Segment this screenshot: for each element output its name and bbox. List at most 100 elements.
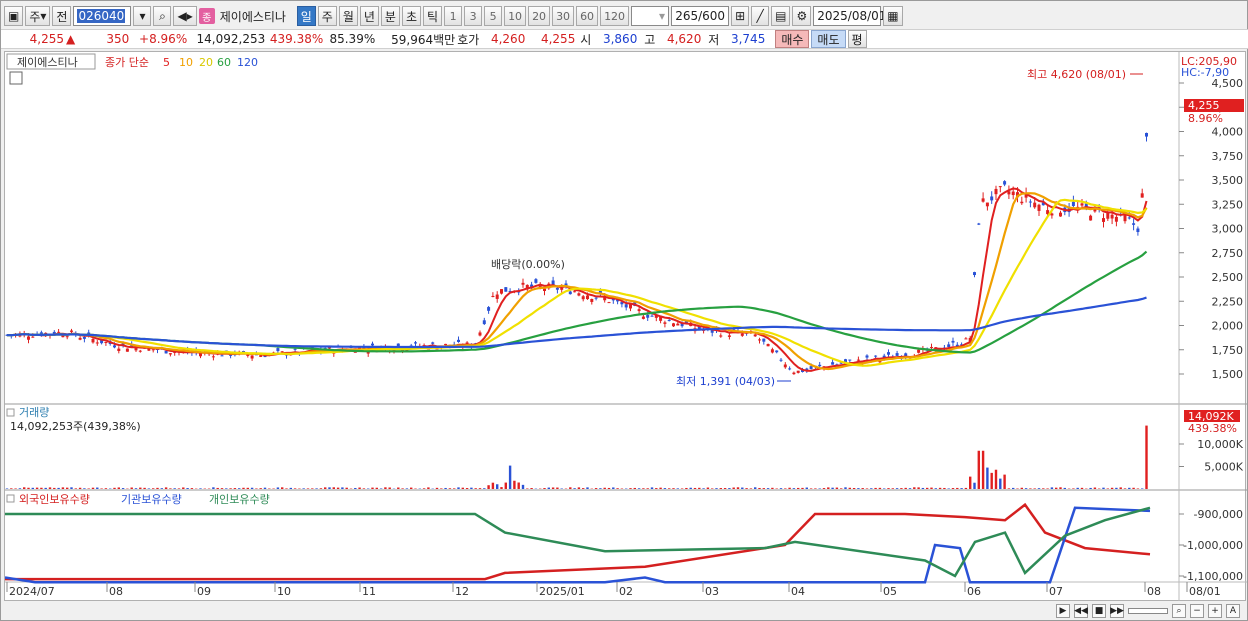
volume-bar [642, 488, 645, 489]
candle-body [1003, 181, 1007, 185]
volume-bar [121, 488, 125, 489]
minute-1[interactable]: 1 [444, 6, 463, 26]
buy-button[interactable]: 매수 [775, 30, 810, 48]
candle-body [753, 334, 757, 337]
window-icon[interactable]: ▣ [4, 6, 24, 26]
zoom-icon[interactable]: ⌕ [1172, 603, 1186, 618]
period-tick[interactable]: 틱 [423, 6, 443, 26]
candle-body [676, 323, 680, 326]
chart-svg[interactable]: 제이에스티나 종가 단순 5 10 20 60 120 LC:205,90 HC… [4, 52, 1247, 602]
volume-bar [586, 487, 589, 489]
volume-bar [410, 487, 413, 489]
search-icon[interactable]: ⌕ [153, 6, 172, 26]
code-dropdown[interactable]: ▾ [133, 6, 152, 26]
market-select[interactable]: 주 ▾ [25, 6, 51, 26]
candle-type-icon[interactable]: ⊞ [731, 6, 750, 26]
volume-bar [633, 487, 636, 489]
pane-menu-icon[interactable] [6, 494, 15, 503]
volume-bar [182, 487, 185, 489]
volume-bar [758, 487, 761, 489]
pane-menu-icon[interactable] [6, 408, 15, 417]
period-day[interactable]: 일 [296, 6, 316, 26]
volume-bar [943, 487, 946, 489]
volume-bar [117, 487, 120, 489]
save-icon[interactable]: ▤ [771, 6, 791, 26]
gear-icon[interactable]: ⚙ [792, 6, 812, 26]
prev-select[interactable]: 전 [52, 6, 72, 26]
sell-button[interactable]: 매도 [811, 30, 846, 48]
bid-price: 4,260 [490, 32, 526, 46]
period-year[interactable]: 년 [359, 6, 379, 26]
volume-bar [1123, 488, 1127, 489]
volume-bar [5, 488, 9, 489]
zoom-in-icon[interactable]: + [1208, 603, 1222, 618]
volume-bar [517, 482, 520, 489]
period-month[interactable]: 월 [338, 6, 358, 26]
minute-10[interactable]: 10 [504, 6, 527, 26]
candle-body [994, 188, 998, 195]
period-minute[interactable]: 분 [380, 6, 400, 26]
volume-bar [134, 488, 138, 489]
volume-bar [715, 488, 718, 489]
volume-bar [926, 487, 929, 489]
volume-bar [104, 488, 108, 489]
avg-button[interactable]: 평 [847, 30, 867, 48]
custom-interval-select[interactable]: ▾ [631, 6, 670, 26]
volume-bar [48, 487, 52, 489]
volume-bar [672, 488, 675, 489]
y-tick-label: -900,000 [1194, 508, 1243, 521]
date-input[interactable]: 2025/08/01 [813, 6, 886, 26]
dividend-annotation: 배당락(0.00%) [491, 258, 565, 271]
volume-bar [771, 487, 774, 489]
x-tick-label: 08 [1147, 585, 1161, 598]
volume-bar [1141, 488, 1144, 489]
zoom-out-icon[interactable]: − [1190, 603, 1204, 618]
volume-bar [53, 487, 56, 489]
scroll-slider[interactable] [1128, 607, 1168, 614]
volume-bar [719, 488, 722, 489]
volume-bar [384, 487, 387, 489]
volume-bar [96, 487, 99, 489]
minute-60[interactable]: 60 [576, 6, 599, 26]
candle-body [590, 298, 594, 302]
period-second[interactable]: 초 [401, 6, 422, 26]
grid-toggle-icon[interactable] [9, 71, 23, 85]
font-size-icon[interactable]: A [1226, 603, 1240, 618]
volume-bar [874, 487, 877, 489]
forward-icon[interactable]: ▶▶ [1110, 603, 1124, 618]
open-label: 시 [580, 32, 592, 47]
volume-bar [1050, 487, 1054, 489]
calendar-icon[interactable]: ▦ [883, 6, 903, 26]
candle-body [491, 295, 495, 297]
price-change: 350 [106, 32, 130, 46]
volume-bar [960, 488, 963, 489]
candle-body [31, 336, 35, 338]
candle-body [1106, 212, 1110, 219]
volume-bar [805, 487, 808, 489]
minute-120[interactable]: 120 [600, 6, 630, 26]
candle-body [758, 339, 761, 341]
candle-body [947, 344, 951, 347]
minute-30[interactable]: 30 [552, 6, 575, 26]
line-tool-icon[interactable]: ╱ [751, 6, 770, 26]
volume-bar [186, 488, 189, 489]
count-input[interactable]: 265/600 [671, 6, 730, 26]
stop-icon[interactable]: ■ [1092, 603, 1106, 618]
speaker-icon[interactable]: ◀▸ [173, 6, 197, 26]
period-week[interactable]: 주 [317, 6, 337, 26]
minute-3[interactable]: 3 [464, 6, 483, 26]
volume-bar [831, 487, 834, 489]
candle-body [951, 340, 955, 343]
volume-bar [947, 488, 950, 489]
minute-5[interactable]: 5 [484, 6, 503, 26]
volume-bar [250, 487, 254, 489]
candle-body [534, 279, 538, 283]
volume-bar [999, 478, 1002, 489]
chart-area[interactable]: 제이에스티나 종가 단순 5 10 20 60 120 LC:205,90 HC… [4, 51, 1247, 602]
rewind-icon[interactable]: ◀◀ [1074, 603, 1088, 618]
stock-code-input[interactable]: 026040 [73, 6, 132, 26]
candle-body [117, 348, 121, 351]
candle-body [788, 368, 792, 370]
minute-20[interactable]: 20 [528, 6, 551, 26]
scroll-right-icon[interactable]: ▶ [1056, 603, 1070, 618]
